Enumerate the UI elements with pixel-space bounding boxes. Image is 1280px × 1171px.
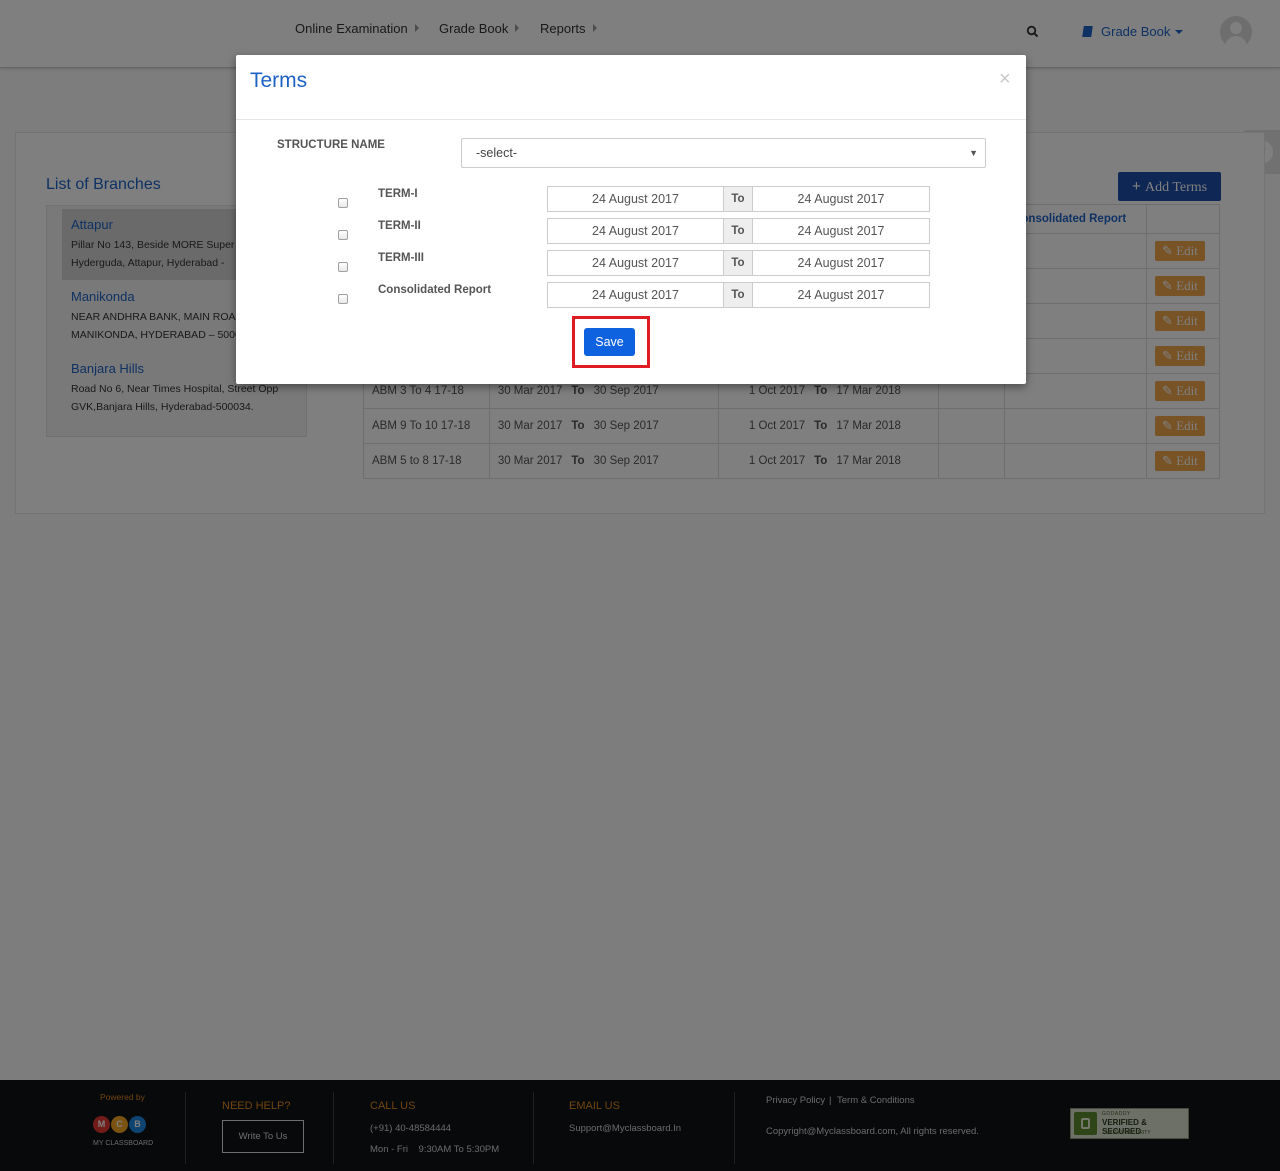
term-ii-label: TERM-II — [378, 220, 421, 232]
term-ii-start-date[interactable]: 24 August 2017 — [547, 218, 724, 244]
close-icon[interactable]: × — [999, 68, 1011, 91]
term-ii-to-addon: To — [724, 218, 752, 244]
consolidated-report-to-addon: To — [724, 282, 752, 308]
consolidated-report-end-date[interactable]: 24 August 2017 — [752, 282, 930, 308]
term-i-end-date[interactable]: 24 August 2017 — [752, 186, 930, 212]
term-iii-end-date[interactable]: 24 August 2017 — [752, 250, 930, 276]
structure-name-select[interactable]: -select- ▼ — [461, 138, 986, 168]
consolidated-report-checkbox[interactable] — [338, 294, 348, 304]
term-iii-start-date[interactable]: 24 August 2017 — [547, 250, 724, 276]
modal-title: Terms — [250, 69, 308, 92]
structure-name-value: -select- — [476, 146, 517, 160]
term-iii-label: TERM-III — [378, 252, 424, 264]
term-ii-end-date[interactable]: 24 August 2017 — [752, 218, 930, 244]
term-iii-checkbox[interactable] — [338, 262, 348, 272]
consolidated-report-start-date[interactable]: 24 August 2017 — [547, 282, 724, 308]
term-iii-to-addon: To — [724, 250, 752, 276]
term-i-checkbox[interactable] — [338, 198, 348, 208]
consolidated-report-label: Consolidated Report — [378, 284, 492, 296]
term-ii-checkbox[interactable] — [338, 230, 348, 240]
save-button-highlight — [572, 316, 650, 368]
term-i-label: TERM-I — [378, 188, 418, 200]
terms-modal: Terms × STRUCTURE NAME -select- ▼ TERM-I… — [236, 55, 1026, 384]
modal-header-divider — [236, 119, 1026, 120]
term-i-to-addon: To — [724, 186, 752, 212]
structure-name-label: STRUCTURE NAME — [277, 139, 385, 151]
term-i-start-date[interactable]: 24 August 2017 — [547, 186, 724, 212]
chevron-down-icon: ▼ — [969, 148, 978, 158]
